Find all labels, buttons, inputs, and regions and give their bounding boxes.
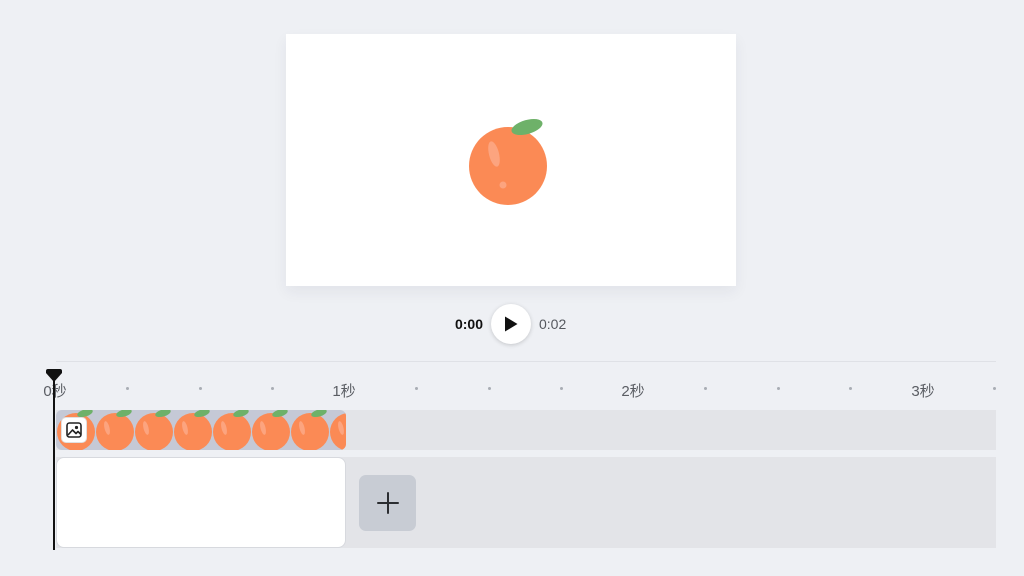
ruler-label-0s: 0秒 — [43, 383, 67, 400]
playback-controls: 0:00 0:02 — [0, 304, 1024, 344]
ruler-label-3s: 3秒 — [911, 383, 935, 400]
current-time: 0:00 — [454, 316, 483, 332]
ruler-tick — [488, 387, 491, 390]
preview-canvas[interactable] — [286, 34, 736, 286]
plus-icon — [376, 492, 399, 514]
ruler-tick — [415, 387, 418, 390]
ruler-tick — [271, 387, 274, 390]
ruler-label-2s: 2秒 — [621, 383, 645, 400]
clip-thumbnails — [57, 410, 346, 450]
add-clip-button[interactable] — [359, 475, 416, 531]
ruler-tick — [777, 387, 780, 390]
playhead-handle[interactable] — [45, 369, 63, 383]
play-icon — [505, 316, 518, 332]
ruler-tick — [704, 387, 707, 390]
ruler-tick — [199, 387, 202, 390]
ruler-tick — [849, 387, 852, 390]
ruler-tick — [126, 387, 129, 390]
total-duration: 0:02 — [539, 316, 567, 332]
ruler-tick — [560, 387, 563, 390]
divider — [56, 361, 996, 362]
blank-clip[interactable] — [56, 457, 346, 548]
ruler-label-1s: 1秒 — [332, 383, 356, 400]
timeline-ruler[interactable]: 0秒 1秒 2秒 3秒 — [0, 376, 1024, 402]
play-button[interactable] — [491, 304, 531, 344]
orange-image — [469, 118, 547, 205]
playhead[interactable] — [53, 378, 55, 550]
ruler-tick — [993, 387, 996, 390]
image-clip[interactable] — [56, 410, 346, 450]
image-icon — [61, 417, 87, 443]
